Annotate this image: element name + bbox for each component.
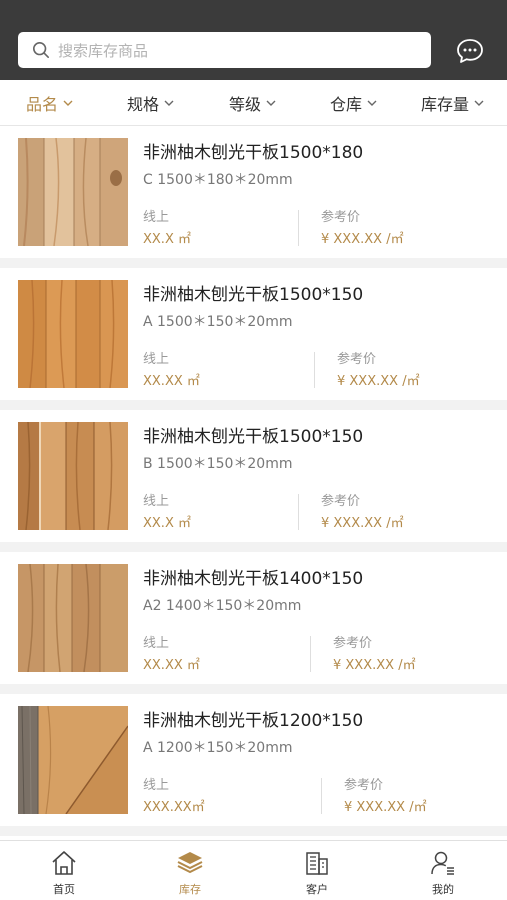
product-spec: C 1500＊180＊20mm [143, 172, 293, 188]
product-thumbnail [18, 422, 128, 530]
price-label: 参考价 [337, 352, 377, 367]
filter-grade[interactable]: 等级 [229, 80, 276, 126]
list-item[interactable]: 非洲柚木刨光干板1500*180 C 1500＊180＊20mm 线上 XX.X… [0, 126, 507, 258]
tab-label: 客户 [306, 883, 328, 896]
tab-inventory[interactable]: 库存 [140, 841, 240, 900]
stock-label: 线上 [143, 352, 170, 367]
chevron-down-icon [63, 100, 73, 106]
product-title: 非洲柚木刨光干板1500*150 [143, 285, 364, 305]
list-item[interactable]: 非洲柚木刨光干板1400*150 A2 1400＊150＊20mm 线上 XX.… [0, 552, 507, 684]
product-title: 非洲柚木刨光干板1500*180 [143, 143, 364, 163]
search-placeholder: 搜索库存商品 [58, 41, 149, 60]
product-thumbnail [18, 706, 128, 814]
product-thumbnail [18, 564, 128, 672]
chevron-down-icon [164, 100, 174, 106]
profile-icon [431, 851, 454, 875]
stock-value: XXX.XX㎡ [143, 800, 205, 815]
top-header: 搜索库存商品 [0, 0, 507, 80]
tab-customers[interactable]: 客户 [267, 841, 367, 900]
price-value: ¥ XXX.XX /㎡ [321, 516, 404, 531]
building-icon [306, 852, 328, 875]
product-spec: A 1500＊150＊20mm [143, 314, 293, 330]
price-label: 参考价 [321, 210, 361, 225]
stock-value: XX.X ㎡ [143, 516, 191, 531]
filter-label: 规格 [127, 95, 160, 114]
inventory-stack-icon [177, 852, 203, 874]
bottom-tab-bar: 首页 库存 客户 我的 [0, 840, 507, 900]
divider [310, 636, 311, 672]
filter-warehouse[interactable]: 仓库 [330, 80, 377, 126]
product-spec: A2 1400＊150＊20mm [143, 598, 302, 614]
chevron-down-icon [474, 100, 484, 106]
list-item[interactable]: 非洲柚木刨光干板1500*150 B 1500＊150＊20mm 线上 XX.X… [0, 410, 507, 542]
filter-label: 库存量 [421, 95, 470, 114]
divider [321, 778, 322, 814]
list-item[interactable]: 非洲柚木刨光干板1500*150 A 1500＊150＊20mm 线上 XX.X… [0, 268, 507, 400]
stock-label: 线上 [143, 210, 170, 225]
product-thumbnail [18, 280, 128, 388]
search-icon [32, 41, 50, 59]
product-title: 非洲柚木刨光干板1500*150 [143, 427, 364, 447]
stock-value: XX.XX ㎡ [143, 374, 200, 389]
product-spec: B 1500＊150＊20mm [143, 456, 293, 472]
product-thumbnail [18, 138, 128, 246]
tab-profile[interactable]: 我的 [393, 841, 493, 900]
price-value: ¥ XXX.XX /㎡ [321, 232, 404, 247]
stock-label: 线上 [143, 778, 170, 793]
divider [298, 494, 299, 530]
chevron-down-icon [266, 100, 276, 106]
divider [298, 210, 299, 246]
stock-label: 线上 [143, 494, 170, 509]
filter-label: 品名 [26, 95, 59, 114]
tab-label: 库存 [179, 883, 201, 896]
product-title: 非洲柚木刨光干板1400*150 [143, 569, 364, 589]
divider [314, 352, 315, 388]
price-value: ¥ XXX.XX /㎡ [333, 658, 416, 673]
filter-stock-quantity[interactable]: 库存量 [421, 80, 484, 126]
home-icon [52, 851, 76, 875]
stock-label: 线上 [143, 636, 170, 651]
filter-label: 仓库 [330, 95, 363, 114]
filter-spec[interactable]: 规格 [127, 80, 174, 126]
price-label: 参考价 [321, 494, 361, 509]
chevron-down-icon [367, 100, 377, 106]
stock-value: XX.XX ㎡ [143, 658, 200, 673]
list-item[interactable]: 非洲柚木刨光干板1200*150 A 1200＊150＊20mm 线上 XXX.… [0, 694, 507, 826]
price-value: ¥ XXX.XX /㎡ [344, 800, 427, 815]
filter-bar: 品名 规格 等级 仓库 库存量 [0, 80, 507, 126]
price-label: 参考价 [333, 636, 373, 651]
tab-home[interactable]: 首页 [14, 841, 114, 900]
tab-label: 我的 [432, 883, 454, 896]
search-input[interactable]: 搜索库存商品 [18, 32, 431, 68]
price-label: 参考价 [344, 778, 384, 793]
price-value: ¥ XXX.XX /㎡ [337, 374, 420, 389]
filter-label: 等级 [229, 95, 262, 114]
product-title: 非洲柚木刨光干板1200*150 [143, 711, 364, 731]
product-spec: A 1200＊150＊20mm [143, 740, 293, 756]
chat-bubble-icon[interactable] [456, 38, 484, 64]
filter-product-name[interactable]: 品名 [26, 80, 73, 126]
stock-value: XX.X ㎡ [143, 232, 191, 247]
tab-label: 首页 [53, 883, 75, 896]
